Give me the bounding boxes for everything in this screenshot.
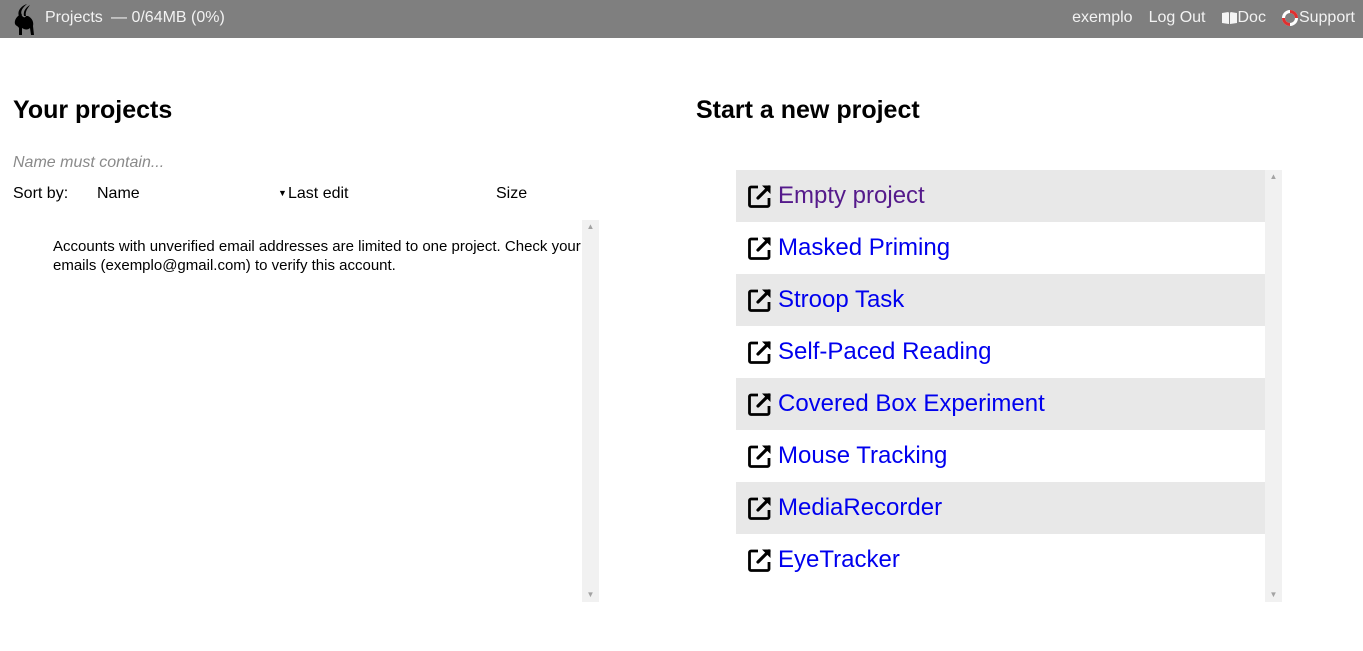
template-link[interactable]: Stroop Task: [778, 286, 904, 314]
template-link[interactable]: MediaRecorder: [778, 494, 942, 522]
external-link-icon: [747, 495, 773, 521]
support-link[interactable]: Support: [1281, 9, 1355, 27]
sort-by-name[interactable]: Name: [97, 185, 140, 203]
scroll-down-arrow-icon[interactable]: ▼: [582, 588, 599, 602]
support-label: Support: [1298, 9, 1355, 26]
external-link-icon: [747, 287, 773, 313]
template-item[interactable]: MediaRecorder: [736, 482, 1265, 534]
template-item[interactable]: Mouse Tracking: [736, 430, 1265, 482]
projects-title[interactable]: Projects: [45, 9, 103, 27]
scroll-down-arrow-icon[interactable]: ▼: [1265, 588, 1282, 602]
start-new-project-heading: Start a new project: [696, 96, 920, 124]
sort-by-label: Sort by:: [13, 185, 69, 202]
external-link-icon: [747, 391, 773, 417]
storage-usage: — 0/64MB (0%): [111, 9, 225, 26]
template-item[interactable]: Covered Box Experiment: [736, 378, 1265, 430]
external-link-icon: [747, 339, 773, 365]
doc-label: Doc: [1237, 9, 1266, 26]
external-link-icon: [747, 547, 773, 573]
template-list-scrollbar[interactable]: ▲ ▼: [1265, 170, 1282, 602]
logout-link[interactable]: Log Out: [1149, 9, 1206, 27]
sort-by-last-edit[interactable]: Last edit: [288, 185, 348, 203]
ibex-logo-icon[interactable]: [10, 2, 38, 36]
user-link[interactable]: exemplo: [1072, 9, 1132, 27]
template-link[interactable]: Empty project: [778, 182, 925, 210]
doc-link[interactable]: Doc: [1221, 9, 1266, 27]
template-list: Empty project Masked Priming Stroop Task Se…: [736, 170, 1265, 586]
template-list-container: Empty project Masked Priming Stroop Task Se…: [736, 170, 1282, 602]
template-link[interactable]: EyeTracker: [778, 546, 900, 574]
sort-by-size[interactable]: Size: [496, 185, 527, 203]
template-link[interactable]: Self-Paced Reading: [778, 338, 991, 366]
project-list: Accounts with unverified email addresses…: [13, 220, 599, 602]
template-link[interactable]: Masked Priming: [778, 234, 950, 262]
sort-row: Sort by: Name ▼ Last edit Size: [13, 185, 593, 205]
project-name-filter-input[interactable]: [13, 152, 313, 174]
template-item[interactable]: Empty project: [736, 170, 1265, 222]
project-list-scrollbar[interactable]: ▲ ▼: [582, 220, 599, 602]
top-bar: Projects — 0/64MB (0%) exemplo Log Out D…: [0, 0, 1363, 38]
template-item[interactable]: Stroop Task: [736, 274, 1265, 326]
template-item[interactable]: EyeTracker: [736, 534, 1265, 586]
unverified-email-message: Accounts with unverified email addresses…: [53, 238, 581, 274]
scroll-up-arrow-icon[interactable]: ▲: [1265, 170, 1282, 184]
template-link[interactable]: Covered Box Experiment: [778, 390, 1045, 418]
your-projects-heading: Your projects: [13, 96, 173, 124]
template-item[interactable]: Masked Priming: [736, 222, 1265, 274]
scroll-up-arrow-icon[interactable]: ▲: [582, 220, 599, 234]
template-item[interactable]: Self-Paced Reading: [736, 326, 1265, 378]
external-link-icon: [747, 183, 773, 209]
sort-caret-icon: ▼: [278, 188, 287, 198]
top-bar-links: exemplo Log Out Doc Support: [1072, 9, 1355, 27]
external-link-icon: [747, 443, 773, 469]
template-link[interactable]: Mouse Tracking: [778, 442, 947, 470]
lifebuoy-icon: [1281, 10, 1298, 26]
external-link-icon: [747, 235, 773, 261]
book-icon: [1221, 11, 1238, 25]
